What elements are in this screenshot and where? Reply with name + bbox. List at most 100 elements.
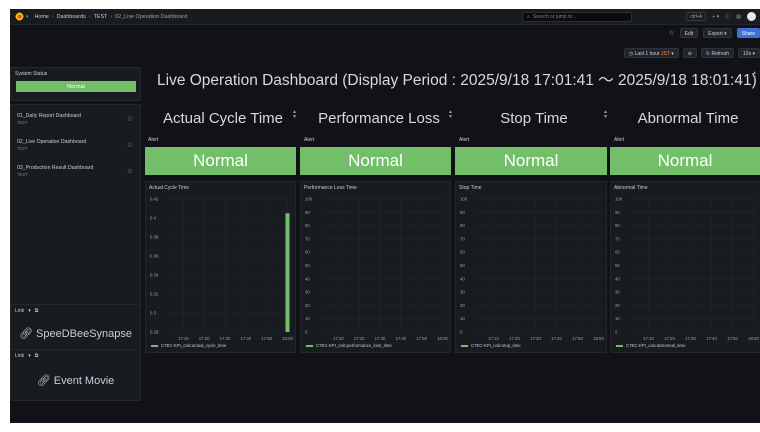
x-tick-label: 17:20 xyxy=(199,336,210,341)
link-header: Link ▾ ⧉ xyxy=(15,308,38,314)
x-tick-label: 17:10 xyxy=(178,336,189,341)
x-tick-label: 17:30 xyxy=(220,336,231,341)
row-collapse-icon[interactable]: ▲ ▼ xyxy=(603,110,608,120)
breadcrumb-folder[interactable]: TEST xyxy=(94,14,108,20)
chart-svg: 0.28 0.3 0.32 0.34 0.36 0.38 0.4 0.42 17:10 17:20… xyxy=(150,197,293,342)
add-new-button[interactable]: + ▾ xyxy=(712,14,719,20)
zoom-out-button[interactable]: ⊖ xyxy=(682,48,697,58)
chevron-down-icon[interactable]: ▾ xyxy=(28,308,31,314)
refresh-interval-picker[interactable]: 10s ▾ xyxy=(738,48,760,58)
chart-legend[interactable]: C7EC-KPI_calc:abnormal_time xyxy=(616,343,685,348)
x-tick-label: 17:20 xyxy=(354,336,365,341)
system-status-panel: System Status Normal xyxy=(10,67,141,101)
event-movie-link[interactable]: 🔗︎ Event Movie xyxy=(11,374,140,387)
star-icon[interactable]: ☆ xyxy=(127,115,133,123)
chart-legend[interactable]: C7EC-KPI_calc:stop_time xyxy=(461,343,521,348)
x-tick-label: 18:00 xyxy=(437,336,448,341)
time-range-picker[interactable]: ◷ Last 1 hour JST ▾ xyxy=(623,48,679,58)
y-tick-label: 30 xyxy=(460,290,465,295)
export-button[interactable]: Export ▾ xyxy=(703,28,732,38)
y-tick-label: 30 xyxy=(305,290,310,295)
y-tick-label: 0.3 xyxy=(150,311,157,316)
x-tick-label: 17:10 xyxy=(333,336,344,341)
legend-label: C7EC-KPI_calc:abnormal_time xyxy=(626,343,686,348)
y-tick-label: 0.36 xyxy=(150,254,159,259)
search-icon: ⌕ xyxy=(527,14,530,20)
y-tick-label: 70 xyxy=(305,236,310,241)
alert-label: Alert xyxy=(614,137,625,143)
link-panel-speedbee: Link ▾ ⧉ 🔗︎ SpeeDBeeSynapse xyxy=(10,304,141,354)
star-icon[interactable]: ☆ xyxy=(668,29,674,37)
dashboard-folder: TEST xyxy=(17,172,28,177)
chart-panel-abnormal-time: Abnormal Time 0 10 20 30 40 50 60 70 80 90 100 17:1… xyxy=(610,181,760,353)
list-item[interactable]: 03_Production Result Dashboard TEST ☆ xyxy=(15,163,139,187)
top-navbar: ▾ Home › Dashboards › TEST › 02_Live Ope… xyxy=(10,9,760,25)
dashboard-toolbar: ☆ Edit Export ▾ Share xyxy=(668,27,760,39)
chart-legend[interactable]: C7EC-KPI_calc:performance_loss_time xyxy=(306,343,392,348)
external-link-icon[interactable]: ⧉ xyxy=(35,353,39,359)
chart-panel-actual-cycle-time: Actual Cycle Time 0.28 0.3 0.32 0.34 0.36 0.3… xyxy=(145,181,296,353)
share-button[interactable]: Share xyxy=(736,28,760,38)
x-tick-label: 18:00 xyxy=(593,336,604,341)
y-tick-label: 0 xyxy=(460,330,463,335)
breadcrumb-separator-icon: › xyxy=(110,13,113,20)
x-tick-label: 17:40 xyxy=(240,336,251,341)
search-placeholder: Search or jump to... xyxy=(532,14,577,20)
dashboard-folder: TEST xyxy=(17,146,28,151)
row-collapse-icon[interactable]: ▲ ▼ xyxy=(448,110,453,120)
y-tick-label: 90 xyxy=(460,210,465,215)
list-item[interactable]: 02_Live Operation Dashboard TEST ☆ xyxy=(15,137,139,161)
y-tick-label: 0 xyxy=(305,330,308,335)
legend-swatch xyxy=(151,344,158,347)
chevron-down-icon[interactable]: ▾ xyxy=(26,14,29,20)
dashboard-link-title: 02_Live Operation Dashboard xyxy=(17,139,87,145)
grafana-logo-icon[interactable] xyxy=(15,12,24,21)
y-tick-label: 0.42 xyxy=(150,197,159,202)
y-tick-label: 20 xyxy=(615,303,620,308)
x-tick-label: 17:10 xyxy=(643,336,654,341)
star-icon[interactable]: ☆ xyxy=(127,167,133,175)
dashboard-title: Live Operation Dashboard (Display Period… xyxy=(157,72,757,89)
y-tick-label: 0.38 xyxy=(150,235,159,240)
link-header-label: Link xyxy=(15,308,25,314)
breadcrumb-separator-icon: › xyxy=(51,13,54,20)
star-icon[interactable]: ☆ xyxy=(127,141,133,149)
dashboard-folder: TEST xyxy=(17,120,28,125)
external-link-icon[interactable]: ⧉ xyxy=(35,308,39,314)
chart-panel-stop-time: Stop Time 0 10 20 30 40 50 60 70 80 90 100 17:10 17:… xyxy=(455,181,607,353)
row-collapse-icon[interactable]: ▲ ▼ xyxy=(292,110,297,120)
y-tick-label: 90 xyxy=(615,210,620,215)
search-input[interactable]: ⌕ Search or jump to... xyxy=(522,12,632,22)
breadcrumb-dashboards[interactable]: Dashboards xyxy=(57,14,86,20)
list-item[interactable]: 01_Daily Report Dashboard TEST ☆ xyxy=(15,111,139,135)
breadcrumb-current: 02_Live Operation Dashboard xyxy=(115,13,188,20)
section-header: Stop Time ▲ ▼ xyxy=(458,105,610,132)
link-header-label: Link xyxy=(15,353,25,359)
row-collapse-icon[interactable]: ▲ ▼ xyxy=(752,71,757,81)
speedbee-link[interactable]: 🔗︎ SpeeDBeeSynapse xyxy=(11,327,140,340)
y-tick-label: 30 xyxy=(615,290,620,295)
news-icon[interactable]: ▤ xyxy=(736,14,741,20)
avatar[interactable] xyxy=(747,12,756,21)
section-header: Actual Cycle Time ▲ ▼ xyxy=(147,105,299,132)
chart-panel-performance-loss: Performance Loss Time 0 10 20 30 40 50 60 70 80 9… xyxy=(300,181,451,353)
y-tick-label: 80 xyxy=(305,223,310,228)
chevron-down-icon[interactable]: ▾ xyxy=(28,353,31,359)
y-tick-label: 0.4 xyxy=(150,216,157,221)
y-tick-label: 60 xyxy=(305,250,310,255)
x-tick-label: 17:30 xyxy=(375,336,386,341)
y-tick-label: 40 xyxy=(460,276,465,281)
x-tick-label: 17:20 xyxy=(664,336,675,341)
legend-label: C7EC-KPI_calc:stop_time xyxy=(471,343,521,348)
y-tick-label: 40 xyxy=(305,276,310,281)
y-tick-label: 10 xyxy=(615,316,620,321)
y-tick-label: 70 xyxy=(460,236,465,241)
help-icon[interactable]: ⓘ xyxy=(725,13,730,20)
breadcrumb-home[interactable]: Home xyxy=(35,14,49,20)
chart-legend[interactable]: C7EC-KPI_calc:actual_cycle_time xyxy=(151,343,226,348)
refresh-button[interactable]: ↻ Refresh xyxy=(700,48,735,58)
y-tick-label: 0 xyxy=(615,330,618,335)
keyboard-shortcut-hint: ctrl+k xyxy=(686,12,707,21)
edit-button[interactable]: Edit xyxy=(679,28,699,38)
link-icon: 🔗︎ xyxy=(36,375,51,387)
